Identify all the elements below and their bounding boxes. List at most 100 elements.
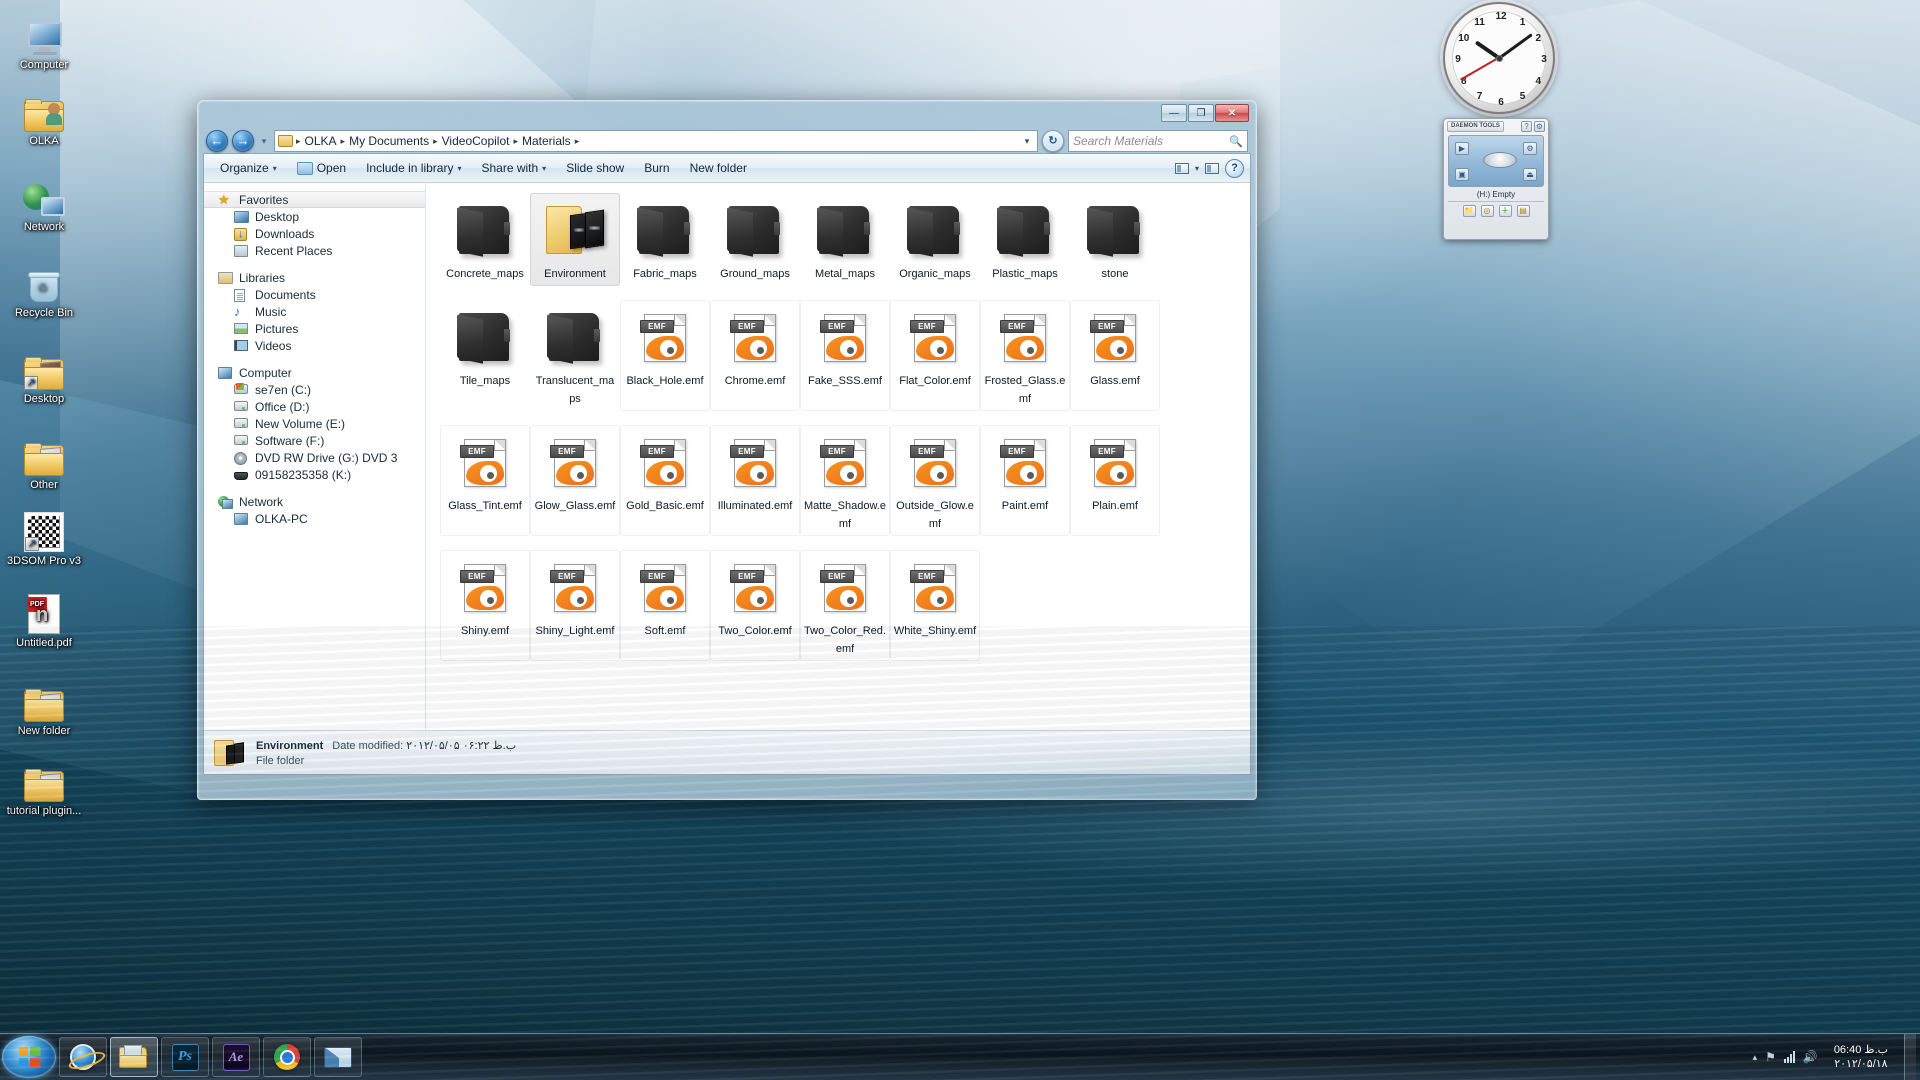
file-item-white-shiny-emf[interactable]: EMF White_Shiny.emf (890, 550, 980, 661)
nav-item-recent-places[interactable]: Recent Places (204, 242, 425, 259)
taskbar-item-chrome[interactable] (263, 1037, 311, 1077)
show-desktop-button[interactable] (1904, 1033, 1916, 1080)
taskbar-item-photoshop[interactable]: Ps (161, 1037, 209, 1077)
desktop-icon-network[interactable]: Network (6, 172, 82, 234)
clock-gadget[interactable]: 12 1 2 3 4 5 6 7 8 9 10 11 (1443, 2, 1555, 114)
network-icon[interactable] (1783, 1051, 1795, 1063)
desktop-icon-new-folder[interactable]: New folder (6, 676, 82, 738)
minimize-button[interactable]: — (1161, 104, 1187, 122)
command-organize[interactable]: Organize ▾ (210, 157, 287, 179)
nav-item-se7en-c[interactable]: se7en (C:) (204, 381, 425, 398)
nav-item-computer[interactable]: Computer (204, 364, 425, 381)
file-item-shiny-light-emf[interactable]: EMF Shiny_Light.emf (530, 550, 620, 661)
breadcrumb-item-my-documents[interactable]: My Documents (345, 134, 433, 148)
view-dropdown-icon[interactable]: ▾ (1195, 164, 1199, 173)
breadcrumb[interactable]: ▸ OLKA ▸ My Documents ▸ VideoCopilot ▸ Material… (274, 130, 1038, 152)
file-list-pane[interactable]: Concrete_maps Environment Fabric_maps Groun… (426, 183, 1250, 730)
file-item-illuminated-emf[interactable]: EMF Illuminated.emf (710, 425, 800, 536)
file-item-glass-tint-emf[interactable]: EMF Glass_Tint.emf (440, 425, 530, 536)
breadcrumb-item-materials[interactable]: Materials (518, 134, 575, 148)
start-button[interactable] (2, 1036, 56, 1078)
nav-item-office-d[interactable]: Office (D:) (204, 398, 425, 415)
search-box[interactable]: Search Materials 🔍 (1068, 130, 1248, 152)
daemon-tray-disc-icon[interactable]: ◎ (1480, 205, 1494, 217)
window-titlebar[interactable]: — ❐ ✕ (203, 101, 1251, 129)
command-burn[interactable]: Burn (634, 157, 679, 179)
nav-item-09158235358-k[interactable]: 09158235358 (K:) (204, 466, 425, 483)
nav-item-pictures[interactable]: Pictures (204, 320, 425, 337)
nav-item-new-volume-e[interactable]: New Volume (E:) (204, 415, 425, 432)
desktop-icon-tutorial-plugin[interactable]: tutorial plugin... (6, 756, 82, 818)
change-view-button[interactable] (1171, 158, 1193, 178)
command-share-with[interactable]: Share with ▾ (471, 157, 556, 179)
history-dropdown-icon[interactable]: ▾ (258, 136, 270, 147)
file-item-soft-emf[interactable]: EMF Soft.emf (620, 550, 710, 661)
help-button[interactable]: ? (1225, 158, 1244, 178)
taskbar-item-mail[interactable] (314, 1037, 362, 1077)
desktop-icon-computer[interactable]: Computer (6, 10, 82, 72)
desktop-icon-recycle-bin[interactable]: ♲ Recycle Bin (6, 258, 82, 320)
desktop-icon-3dsom-pro-v3[interactable]: ↗ 3DSOM Pro v3 (6, 506, 82, 568)
taskbar-item-after-effects[interactable]: Ae (212, 1037, 260, 1077)
nav-item-documents[interactable]: Documents (204, 286, 425, 303)
taskbar-item-windows-explorer[interactable] (110, 1037, 158, 1077)
taskbar-clock[interactable]: 06:40 ب.ظ ۲۰۱۲/۰۵/۱۸ (1826, 1043, 1896, 1071)
desktop[interactable]: Computer OLKA Network ♲ Recycle Bin ↗ Desktop O… (0, 0, 1920, 1080)
nav-item-dvd-rw-drive-g-dvd-3[interactable]: DVD RW Drive (G:) DVD 3 (204, 449, 425, 466)
daemon-drive-panel[interactable]: ▶ ⚙ ▣ ⏏ (1448, 135, 1544, 187)
nav-item-network[interactable]: Network (204, 493, 425, 510)
desktop-icon-other[interactable]: Other (6, 430, 82, 492)
command-slide-show[interactable]: Slide show (556, 157, 634, 179)
nav-item-downloads[interactable]: Downloads (204, 225, 425, 242)
daemon-options-button[interactable]: ⚙ (1534, 121, 1545, 132)
daemon-tray-save-icon[interactable]: ▤ (1516, 205, 1530, 217)
address-dropdown-icon[interactable]: ▾ (1019, 136, 1035, 147)
file-item-ground-maps[interactable]: Ground_maps (710, 193, 800, 286)
daemon-settings-icon[interactable]: ⚙ (1523, 142, 1537, 155)
close-button[interactable]: ✕ (1215, 104, 1249, 122)
nav-item-music[interactable]: ♪ Music (204, 303, 425, 320)
taskbar-item-internet-explorer[interactable] (59, 1037, 107, 1077)
nav-item-libraries[interactable]: Libraries (204, 269, 425, 286)
file-item-environment[interactable]: Environment (530, 193, 620, 286)
navigation-pane[interactable]: ★ Favorites Desktop Downloads Recent Places L… (204, 183, 426, 730)
nav-item-desktop[interactable]: Desktop (204, 208, 425, 225)
flag-icon[interactable]: ⚑ (1765, 1050, 1776, 1064)
file-item-chrome-emf[interactable]: EMF Chrome.emf (710, 300, 800, 411)
file-item-glow-glass-emf[interactable]: EMF Glow_Glass.emf (530, 425, 620, 536)
back-button[interactable]: ← (206, 130, 228, 152)
file-item-plain-emf[interactable]: EMF Plain.emf (1070, 425, 1160, 536)
daemon-tray-add-icon[interactable]: ＋ (1498, 205, 1512, 217)
command-new-folder[interactable]: New folder (680, 157, 757, 179)
file-item-fabric-maps[interactable]: Fabric_maps (620, 193, 710, 286)
explorer-window[interactable]: — ❐ ✕ ← → ▾ ▸ OLKA ▸ My Documents ▸ VideoCopi… (197, 100, 1257, 800)
command-open[interactable]: Open (287, 157, 356, 179)
file-item-concrete-maps[interactable]: Concrete_maps (440, 193, 530, 286)
desktop-icon-untitled-pdf[interactable]: PDF n Untitled.pdf (6, 588, 82, 650)
file-item-black-hole-emf[interactable]: EMF Black_Hole.emf (620, 300, 710, 411)
nav-item-favorites[interactable]: ★ Favorites (204, 191, 425, 208)
preview-pane-button[interactable] (1201, 158, 1223, 178)
desktop-icon-olka[interactable]: OLKA (6, 86, 82, 148)
file-item-translucent-maps[interactable]: Translucent_maps (530, 300, 620, 411)
tray-overflow-icon[interactable]: ▴ (1753, 1052, 1758, 1063)
volume-icon[interactable]: 🔊 (1803, 1050, 1818, 1064)
nav-item-software-f[interactable]: Software (F:) (204, 432, 425, 449)
breadcrumb-item-videocopilot[interactable]: VideoCopilot (438, 134, 514, 148)
taskbar[interactable]: Ps Ae ▴ ⚑ 🔊 06:40 ب.ظ ۲۰۱۲/۰۵/۱۸ (0, 1033, 1920, 1080)
daemon-tray-folder-icon[interactable]: 📁 (1462, 205, 1476, 217)
file-item-stone[interactable]: stone (1070, 193, 1160, 286)
daemon-tools-gadget[interactable]: DAEMON TOOLS ? ⚙ ▶ ⚙ ▣ ⏏ (H:) Empty 📁 ◎ … (1443, 118, 1549, 240)
file-item-frosted-glass-emf[interactable]: EMF Frosted_Glass.emf (980, 300, 1070, 411)
breadcrumb-item-olka[interactable]: OLKA (301, 134, 341, 148)
nav-item-olka-pc[interactable]: OLKA-PC (204, 510, 425, 527)
daemon-help-button[interactable]: ? (1521, 121, 1532, 132)
file-item-outside-glow-emf[interactable]: EMF Outside_Glow.emf (890, 425, 980, 536)
file-item-tile-maps[interactable]: Tile_maps (440, 300, 530, 411)
maximize-button[interactable]: ❐ (1188, 104, 1214, 122)
file-item-flat-color-emf[interactable]: EMF Flat_Color.emf (890, 300, 980, 411)
desktop-icon-desktop[interactable]: ↗ Desktop (6, 344, 82, 406)
file-item-gold-basic-emf[interactable]: EMF Gold_Basic.emf (620, 425, 710, 536)
file-item-shiny-emf[interactable]: EMF Shiny.emf (440, 550, 530, 661)
file-item-organic-maps[interactable]: Organic_maps (890, 193, 980, 286)
